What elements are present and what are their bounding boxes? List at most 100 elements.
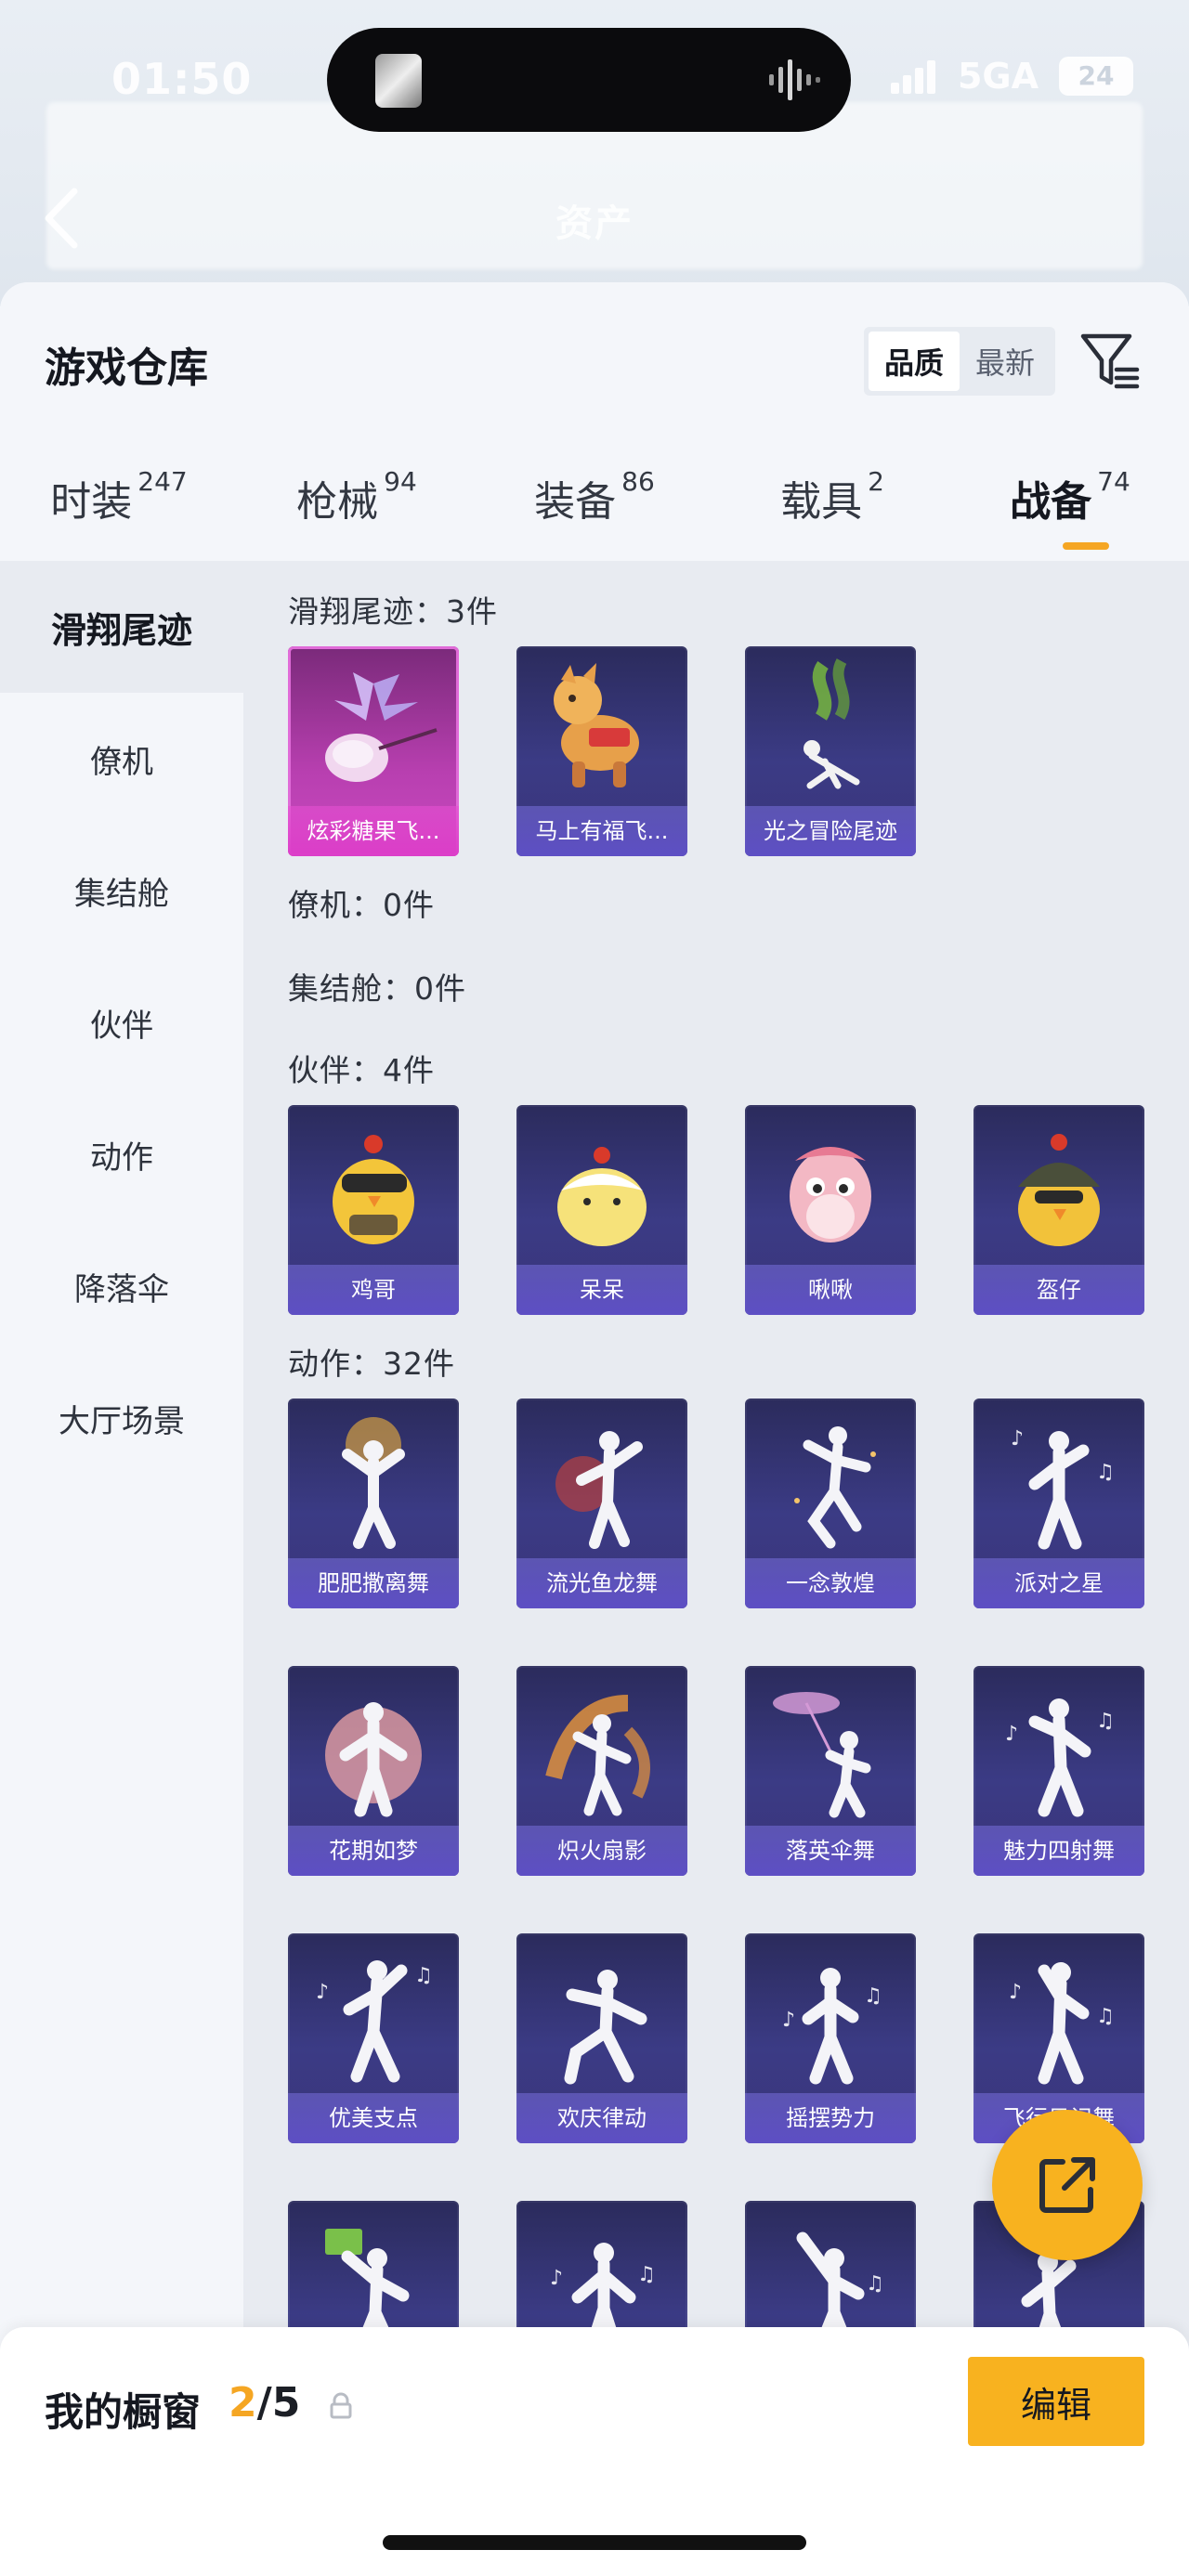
item-name: 炫彩糖果飞... xyxy=(307,818,440,844)
tab-battle-gear[interactable]: 战备 74 xyxy=(951,449,1189,561)
item-name: 一念敦煌 xyxy=(786,1570,875,1596)
dance-emote-icon xyxy=(325,1702,422,1817)
item-name: 肥肥撒离舞 xyxy=(318,1570,429,1596)
dance-emote-icon: ♪ ♫ xyxy=(316,1960,433,2083)
chick-partner-icon xyxy=(557,1147,647,1246)
dance-emote-icon xyxy=(564,1970,647,2085)
signal-icon xyxy=(890,60,935,94)
dance-emote-icon: ♪ ♫ xyxy=(1011,1427,1115,1550)
sidebar-item-partner[interactable]: 伙伴 xyxy=(0,956,243,1088)
status-time: 01:50 xyxy=(111,54,253,104)
sidebar-item-lobby-scene[interactable]: 大厅场景 xyxy=(0,1352,243,1484)
item-card[interactable]: ♪ ♫ 优美支点 xyxy=(288,1933,459,2143)
sidebar-item-emote[interactable]: 动作 xyxy=(0,1088,243,1220)
home-indicator xyxy=(383,2535,806,2550)
item-card[interactable]: 一念敦煌 xyxy=(745,1399,916,1608)
svg-text:♪: ♪ xyxy=(782,2009,795,2032)
showcase-title: 我的橱窗 xyxy=(45,2389,202,2435)
showcase-count: 2/5 xyxy=(229,2379,300,2426)
sidebar-item-pod[interactable]: 集结舱 xyxy=(0,825,243,956)
sidebar-item-wingman[interactable]: 僚机 xyxy=(0,693,243,825)
tab-count: 2 xyxy=(868,466,884,497)
candy-trail-icon xyxy=(325,672,438,782)
svg-text:♫: ♫ xyxy=(1096,1461,1115,1484)
tab-equipment[interactable]: 装备 86 xyxy=(476,449,713,561)
item-card[interactable]: 呆呆 xyxy=(516,1105,687,1315)
tab-underline xyxy=(1063,542,1109,550)
page-title: 游戏仓库 xyxy=(45,345,208,392)
section-title-wingman: 僚机：0件 xyxy=(288,887,435,923)
section-title-pod: 集结舱：0件 xyxy=(288,970,466,1007)
tab-count: 94 xyxy=(384,466,417,497)
tab-fashion[interactable]: 时装 247 xyxy=(0,449,238,561)
edit-button[interactable]: 编辑 xyxy=(968,2357,1144,2446)
svg-text:♫: ♫ xyxy=(414,1964,433,1987)
light-trail-icon xyxy=(804,658,860,789)
section-title-partner: 伙伴：4件 xyxy=(288,1052,435,1088)
tab-label: 战备 xyxy=(1010,478,1092,526)
tab-count: 86 xyxy=(621,466,655,497)
lock-icon xyxy=(330,2392,352,2419)
sort-option-latest[interactable]: 最新 xyxy=(960,332,1051,391)
dance-emote-icon xyxy=(773,1692,871,1818)
dance-emote-icon xyxy=(342,1417,405,1549)
sort-option-quality[interactable]: 品质 xyxy=(869,332,960,391)
tab-guns[interactable]: 枪械 94 xyxy=(238,449,476,561)
background-page: 资产 01:50 5GA 24 xyxy=(0,0,1189,306)
dance-emote-icon xyxy=(555,1431,643,1549)
showcase-current: 2 xyxy=(229,2379,257,2426)
item-name: 落英伞舞 xyxy=(786,1838,875,1864)
dance-emote-icon: ♪ ♫ xyxy=(1009,1962,1115,2085)
item-grid: 滑翔尾迹：3件 炫彩糖果飞... 马上有福飞... 光之冒险尾迹 僚机：0件 集… xyxy=(243,561,1189,2576)
svg-text:♪: ♪ xyxy=(1011,1427,1024,1451)
item-card[interactable]: 啾啾 xyxy=(745,1105,916,1315)
item-name: 鸡哥 xyxy=(351,1277,396,1303)
item-name: 摇摆势力 xyxy=(786,2105,875,2131)
item-card[interactable]: 盔仔 xyxy=(973,1105,1144,1315)
sidebar-item-glide-trail[interactable]: 滑翔尾迹 xyxy=(0,561,243,693)
tab-label: 枪械 xyxy=(296,478,379,526)
item-name: 盔仔 xyxy=(1037,1277,1081,1303)
item-card[interactable]: 光之冒险尾迹 xyxy=(745,646,916,856)
item-name: 光之冒险尾迹 xyxy=(764,818,897,844)
section-title-emote: 动作：32件 xyxy=(288,1346,455,1382)
share-button[interactable] xyxy=(992,2110,1143,2260)
dance-emote-icon xyxy=(794,1426,876,1549)
item-card[interactable]: 花期如梦 xyxy=(288,1666,459,1876)
item-card[interactable]: 肥肥撒离舞 xyxy=(288,1399,459,1608)
tab-label: 载具 xyxy=(780,478,863,526)
battery-icon: 24 xyxy=(1059,57,1133,96)
svg-text:♪: ♪ xyxy=(316,1981,329,2004)
svg-text:♫: ♫ xyxy=(866,2272,884,2296)
item-card[interactable]: 炽火扇影 xyxy=(516,1666,687,1876)
tab-vehicles[interactable]: 载具 2 xyxy=(713,449,951,561)
external-link-icon xyxy=(1039,2157,1095,2213)
now-playing-thumbnail xyxy=(375,54,422,108)
item-card[interactable]: 落英伞舞 xyxy=(745,1666,916,1876)
svg-text:♫: ♫ xyxy=(1096,1710,1115,1733)
dance-emote-icon xyxy=(545,1695,650,1816)
sort-toggle: 品质 最新 xyxy=(864,327,1055,396)
sidebar-item-parachute[interactable]: 降落伞 xyxy=(0,1220,243,1352)
item-card[interactable]: ♪ ♫ 魅力四射舞 xyxy=(973,1666,1144,1876)
item-card[interactable]: 欢庆律动 xyxy=(516,1933,687,2143)
status-icons: 5GA 24 xyxy=(890,56,1133,97)
showcase-total: /5 xyxy=(256,2379,301,2426)
item-card[interactable]: 流光鱼龙舞 xyxy=(516,1399,687,1608)
network-label: 5GA xyxy=(957,56,1039,97)
item-card[interactable]: ♪ ♫ 派对之星 xyxy=(973,1399,1144,1608)
item-card[interactable]: 马上有福飞... xyxy=(516,646,687,856)
category-sidebar: 滑翔尾迹 僚机 集结舱 伙伴 动作 降落伞 大厅场景 xyxy=(0,561,243,2576)
item-name: 炽火扇影 xyxy=(557,1838,647,1864)
item-name: 欢庆律动 xyxy=(557,2105,647,2131)
item-card[interactable]: 炫彩糖果飞... xyxy=(288,646,459,856)
dance-emote-icon: ♪ ♫ xyxy=(1005,1698,1115,1817)
dynamic-island xyxy=(327,28,851,132)
tab-label: 装备 xyxy=(534,478,617,526)
item-name: 优美支点 xyxy=(329,2105,418,2131)
item-card[interactable]: ♪ ♫ 摇摆势力 xyxy=(745,1933,916,2143)
item-card[interactable]: 鸡哥 xyxy=(288,1105,459,1315)
svg-text:♪: ♪ xyxy=(550,2267,563,2290)
filter-icon[interactable] xyxy=(1078,329,1143,394)
svg-text:♫: ♫ xyxy=(637,2263,656,2286)
